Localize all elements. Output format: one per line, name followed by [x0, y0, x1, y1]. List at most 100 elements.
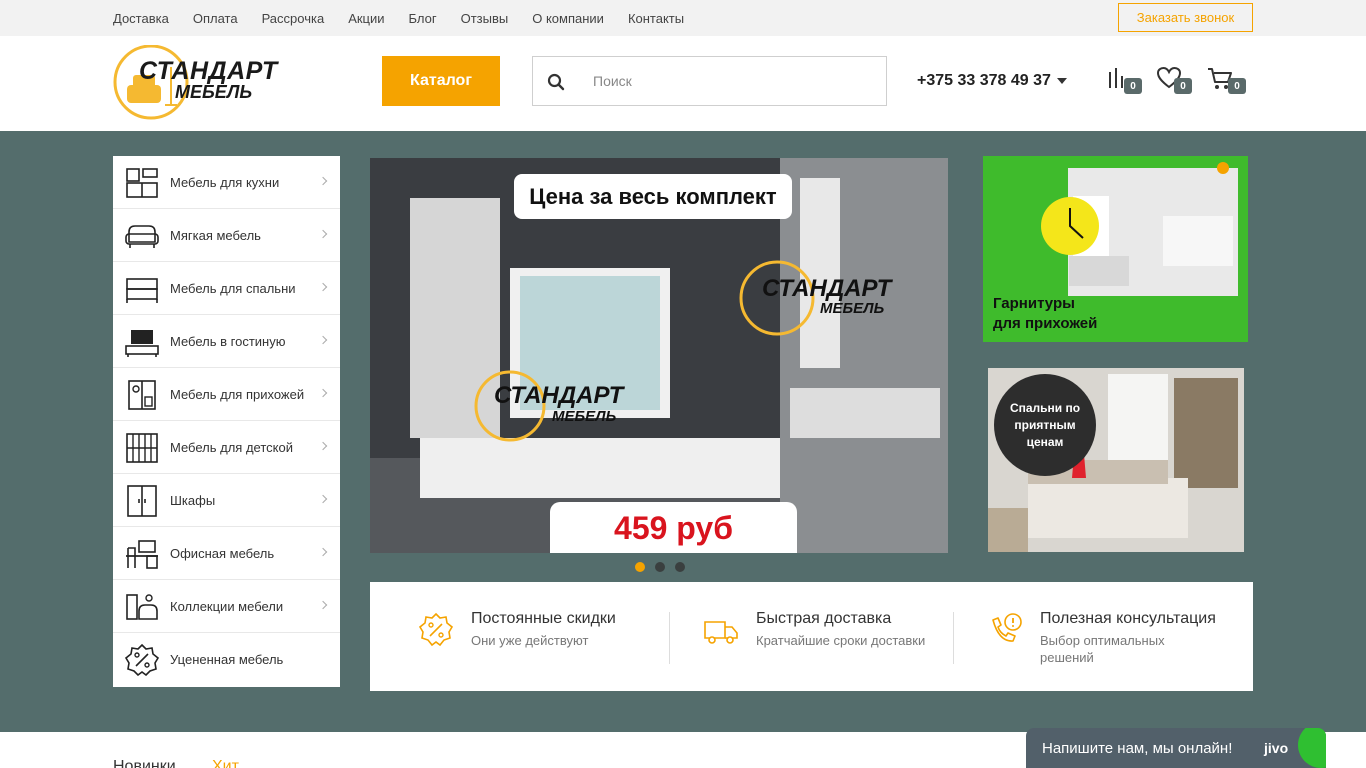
nursery-icon [126, 433, 158, 463]
logo-text-sub: МЕБЕЛЬ [175, 82, 253, 102]
banner-headline: Цена за весь комплект [514, 174, 792, 219]
catalog-button[interactable]: Каталог [382, 56, 500, 106]
feature-subtitle: Кратчайшие сроки доставки [756, 633, 926, 648]
logo[interactable]: СТАНДАРТ МЕБЕЛЬ [113, 44, 293, 121]
sidebar-item-label: Мебель для прихожей [170, 386, 305, 402]
chevron-right-icon [318, 335, 328, 345]
search-icon[interactable] [547, 73, 565, 91]
tab-hits[interactable]: Хит [212, 758, 239, 768]
nav-blog[interactable]: Блог [409, 11, 437, 26]
chevron-right-icon [318, 494, 328, 504]
nav-installment[interactable]: Рассрочка [262, 11, 325, 26]
banner-logo-sub-2: МЕБЕЛЬ [820, 300, 885, 317]
banner-logo-sub: МЕБЕЛЬ [552, 408, 617, 425]
chat-status-icon [1298, 728, 1326, 768]
sidebar-item-label: Офисная мебель [170, 545, 275, 561]
sidebar-item-hallway[interactable]: Мебель для прихожей [113, 368, 340, 421]
top-nav: Доставка Оплата Рассрочка Акции Блог Отз… [113, 0, 684, 36]
sidebar-item-label: Мебель в гостиную [170, 333, 286, 349]
promo-bedrooms[interactable]: Спальни по приятным ценам [988, 368, 1244, 552]
tv-stand-icon [125, 330, 159, 357]
banner-logo-text: СТАНДАРТ [494, 382, 626, 409]
feature-subtitle: Выбор оптимальных решений [1040, 633, 1165, 665]
nav-delivery[interactable]: Доставка [113, 11, 169, 26]
nav-payment[interactable]: Оплата [193, 11, 238, 26]
feature-title: Быстрая доставка [756, 610, 892, 627]
nav-about[interactable]: О компании [532, 11, 604, 26]
feature-title: Постоянные скидки [471, 610, 616, 627]
chat-brand-logo: jivo [1264, 740, 1289, 756]
feature-divider [953, 612, 954, 664]
hallway-icon [128, 380, 156, 410]
feature-delivery: Быстрая доставка Кратчайшие сроки достав… [703, 610, 953, 664]
bed-icon [126, 278, 158, 303]
compare-button[interactable]: 0 [1106, 66, 1146, 98]
sidebar-item-office[interactable]: Офисная мебель [113, 527, 340, 580]
chevron-right-icon [318, 441, 328, 451]
phone-dropdown[interactable]: +375 33 378 49 37 [917, 72, 1067, 90]
chevron-down-icon [1056, 78, 1067, 84]
kitchen-icon [126, 168, 158, 198]
sidebar-item-bedroom[interactable]: Мебель для спальни [113, 262, 340, 315]
promo-hallway-sets[interactable]: Гарнитуры для прихожей [983, 156, 1248, 342]
nav-promotions[interactable]: Акции [348, 11, 384, 26]
sidebar-item-label: Мебель для спальни [170, 280, 296, 296]
phone-number: +375 33 378 49 37 [917, 72, 1051, 89]
sidebar-item-discounted[interactable]: Уцененная мебель [113, 633, 340, 686]
feature-divider [669, 612, 670, 664]
feature-subtitle: Они уже действуют [471, 633, 589, 648]
main-section: Мебель для кухни Мягкая мебель Мебель дл… [0, 131, 1366, 732]
features-strip: Постоянные скидки Они уже действуют Быст… [370, 582, 1253, 691]
feature-consultation: Полезная консультация Выбор оптимальных … [987, 610, 1247, 665]
chat-widget-text: Напишите нам, мы онлайн! [1042, 740, 1233, 757]
office-icon [126, 540, 158, 569]
chevron-right-icon [318, 282, 328, 292]
truck-icon [704, 621, 738, 644]
chevron-right-icon [318, 547, 328, 557]
sidebar-item-label: Шкафы [170, 492, 216, 508]
chevron-right-icon [318, 388, 328, 398]
top-bar: Доставка Оплата Рассрочка Акции Блог Отз… [0, 0, 1366, 36]
slider-dot-1[interactable] [635, 562, 645, 572]
chat-widget[interactable]: Напишите нам, мы онлайн! jivo [1026, 728, 1326, 768]
favorites-button[interactable]: 0 [1156, 66, 1196, 98]
feature-discounts: Постоянные скидки Они уже действуют [418, 610, 668, 664]
sidebar-item-collections[interactable]: Коллекции мебели [113, 580, 340, 633]
percent-icon [418, 612, 454, 647]
sidebar-item-label: Уцененная мебель [170, 652, 284, 667]
tab-new-arrivals[interactable]: Новинки [113, 758, 176, 768]
chevron-right-icon [318, 176, 328, 186]
header: СТАНДАРТ МЕБЕЛЬ Каталог +375 33 378 49 3… [0, 36, 1366, 131]
sidebar-item-nursery[interactable]: Мебель для детской [113, 421, 340, 474]
nav-reviews[interactable]: Отзывы [461, 11, 509, 26]
sidebar-item-label: Мягкая мебель [170, 227, 261, 243]
discount-icon [125, 644, 159, 676]
slider-dot-2[interactable] [655, 562, 665, 572]
sidebar-item-label: Коллекции мебели [170, 598, 284, 614]
cart-count-badge: 0 [1228, 78, 1246, 94]
sidebar-item-kitchen[interactable]: Мебель для кухни [113, 156, 340, 209]
sidebar-item-label: Мебель для кухни [170, 174, 280, 190]
wardrobe-icon [127, 485, 157, 517]
nav-contacts[interactable]: Контакты [628, 11, 684, 26]
banner-price: 459 руб [550, 502, 797, 553]
cart-button[interactable]: 0 [1206, 66, 1246, 98]
hero-banner[interactable]: СТАНДАРТ МЕБЕЛЬ СТАНДАРТ МЕБЕЛЬ Цена за … [370, 158, 948, 553]
feature-title: Полезная консультация [1040, 610, 1216, 627]
slider-dot-3[interactable] [675, 562, 685, 572]
sidebar-item-upholstered[interactable]: Мягкая мебель [113, 209, 340, 262]
request-call-button[interactable]: Заказать звонок [1118, 3, 1253, 32]
sidebar-item-label: Мебель для детской [170, 439, 293, 455]
sidebar-item-living-room[interactable]: Мебель в гостиную [113, 315, 340, 368]
sidebar-item-wardrobes[interactable]: Шкафы [113, 474, 340, 527]
phone-consult-icon [992, 613, 1022, 642]
chevron-right-icon [318, 229, 328, 239]
collection-icon [126, 594, 158, 620]
chevron-right-icon [318, 600, 328, 610]
search-box [532, 56, 887, 106]
search-input[interactable] [593, 69, 873, 93]
sofa-icon [125, 225, 159, 248]
promo-hallway-caption: Гарнитуры для прихожей [993, 295, 1098, 332]
slider-dots [635, 562, 685, 572]
compare-count-badge: 0 [1124, 78, 1142, 94]
